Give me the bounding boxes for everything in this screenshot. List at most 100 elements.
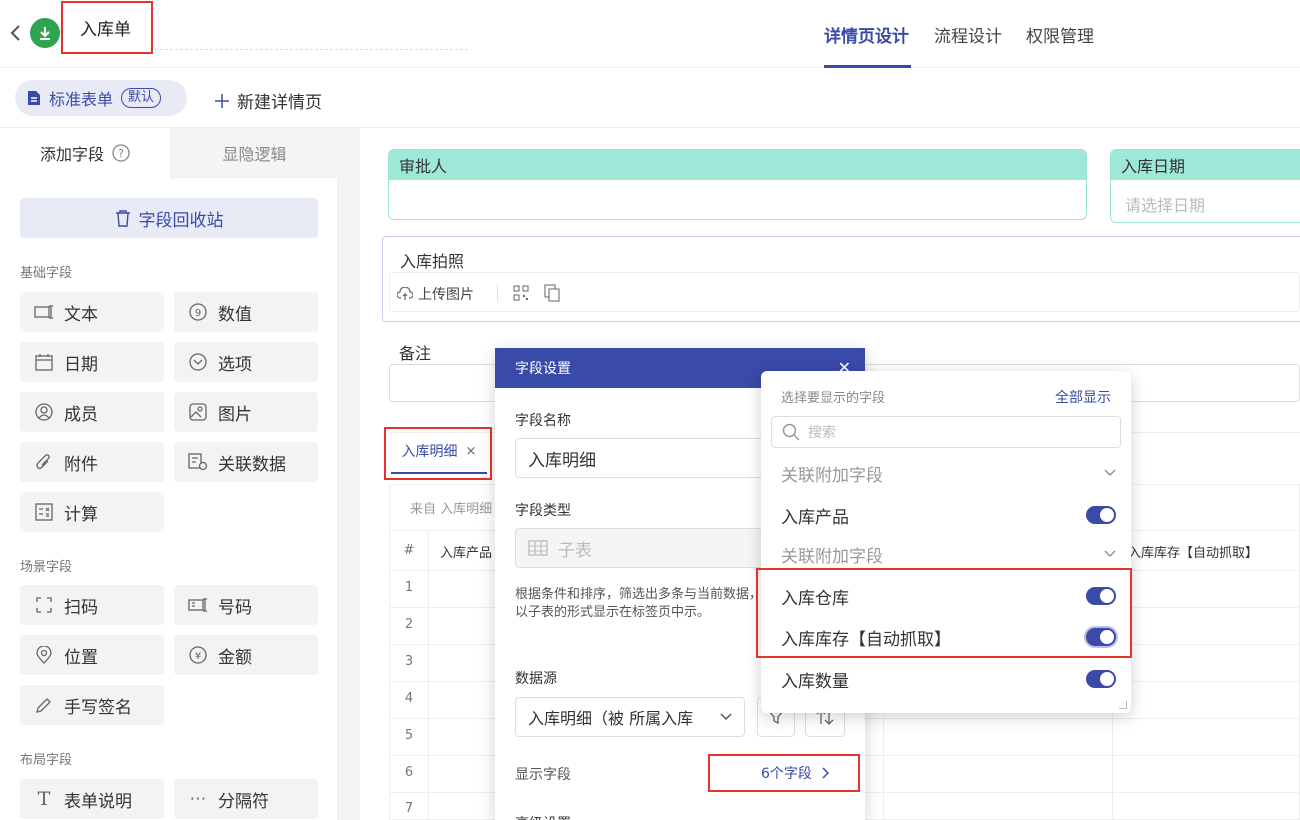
chevron-down-icon — [1104, 550, 1116, 558]
visibility-toggle[interactable] — [1086, 670, 1116, 688]
row-number: 2 — [404, 617, 414, 632]
dropdown-search[interactable]: 搜索 — [771, 416, 1121, 448]
tab-permission[interactable]: 权限管理 — [1026, 22, 1094, 47]
text-field-icon — [34, 302, 54, 322]
visibility-toggle[interactable] — [1086, 506, 1116, 524]
tab-label: 入库明细 — [401, 444, 458, 460]
help-icon[interactable]: ? — [112, 144, 130, 162]
field-toggle-row: 入库产品 — [781, 495, 1116, 535]
section-layout-fields: 布局字段 — [20, 753, 73, 768]
text-t-icon: T — [37, 788, 51, 810]
field-attachment[interactable]: 附件 — [20, 442, 164, 482]
approver-field[interactable]: 审批人 — [388, 149, 1087, 220]
new-detail-page-button[interactable]: 新建详情页 — [215, 88, 322, 113]
column-divider — [428, 530, 429, 820]
page-title[interactable]: 入库单 — [61, 1, 153, 54]
date-label: 入库日期 — [1111, 150, 1300, 180]
search-placeholder: 搜索 — [808, 425, 836, 441]
upload-image-button[interactable]: 上传图片 — [397, 284, 474, 304]
field-location[interactable]: 位置 — [20, 635, 164, 675]
tab-detail-design[interactable]: 详情页设计 — [824, 22, 909, 47]
field-date[interactable]: 日期 — [20, 342, 164, 382]
subheader: 标准表单 默认 新建详情页 — [0, 68, 1300, 128]
tab-flow-design[interactable]: 流程设计 — [934, 22, 1002, 47]
resize-handle[interactable] — [1119, 701, 1127, 709]
field-member[interactable]: 成员 — [20, 392, 164, 432]
search-icon — [782, 423, 800, 441]
field-label: 文本 — [64, 304, 98, 325]
group-label: 关联附加字段 — [781, 546, 883, 567]
title-underline — [155, 49, 468, 50]
field-label: 表单说明 — [64, 791, 132, 812]
field-type-value: 子表 — [558, 540, 592, 561]
field-type-label: 字段类型 — [515, 503, 571, 519]
advanced-settings-label[interactable]: 高级设置 — [515, 813, 571, 820]
trash-icon — [115, 209, 131, 227]
field-label: 数值 — [218, 304, 252, 325]
dropdown-title: 选择要显示的字段 — [781, 391, 886, 406]
field-toggle-label: 入库数量 — [781, 671, 849, 692]
field-toggle-row: 入库数量 — [781, 659, 1116, 699]
field-image[interactable]: 图片 — [174, 392, 318, 432]
top-header: 入库单 详情页设计 流程设计 权限管理 — [0, 0, 1300, 68]
close-icon[interactable]: × — [466, 444, 477, 459]
field-type-description: 根据条件和排序，筛选出多条与当前数据，以子表的形式显示在标签页中示。 — [515, 587, 763, 620]
remark-label: 备注 — [399, 344, 432, 363]
inbound-date-field[interactable]: 入库日期 请选择日期 — [1110, 149, 1300, 223]
row-number: 4 — [404, 691, 414, 706]
field-amount[interactable]: ¥ 金额 — [174, 635, 318, 675]
copy-icon[interactable] — [544, 284, 560, 302]
modal-title: 字段设置 — [515, 361, 571, 377]
section-scene-fields: 场景字段 — [20, 560, 73, 575]
qrcode-icon[interactable] — [513, 285, 529, 301]
field-number[interactable]: 9 数值 — [174, 292, 318, 332]
svg-text:¥: ¥ — [195, 651, 201, 662]
source-text: 来自 入库明细 — [410, 502, 493, 517]
field-related-data[interactable]: 关联数据 — [174, 442, 318, 482]
field-label: 日期 — [64, 354, 98, 375]
recycle-bin-label: 字段回收站 — [138, 210, 224, 231]
number-icon: 9 — [188, 302, 208, 322]
calendar-icon — [34, 352, 54, 372]
field-label: 金额 — [218, 647, 252, 668]
table-header-stock: 入库库存【自动抓取】 — [1128, 546, 1259, 561]
field-text[interactable]: 文本 — [20, 292, 164, 332]
group-related-extra-fields[interactable]: 关联附加字段 — [781, 453, 1116, 493]
field-label: 关联数据 — [218, 454, 286, 475]
scan-icon — [34, 595, 54, 615]
new-detail-label: 新建详情页 — [237, 93, 322, 113]
display-fields-button[interactable]: 6个字段 — [761, 763, 830, 783]
field-toggle-label: 入库产品 — [781, 507, 849, 528]
field-recycle-bin-button[interactable]: 字段回收站 — [20, 198, 318, 238]
field-calculation[interactable]: 计算 — [20, 492, 164, 532]
image-icon — [188, 402, 208, 422]
display-fields-dropdown: 选择要显示的字段 全部显示 搜索 关联附加字段 入库产品 关联附加字段 入库仓库… — [761, 371, 1131, 713]
group-label: 关联附加字段 — [781, 465, 883, 486]
show-all-link[interactable]: 全部显示 — [1055, 387, 1111, 407]
photo-label: 入库拍照 — [400, 252, 465, 271]
field-divider[interactable]: ⋯ 分隔符 — [174, 779, 318, 819]
data-source-label: 数据源 — [515, 671, 557, 687]
field-label: 图片 — [218, 404, 252, 425]
tab-inbound-detail[interactable]: 入库明细 × — [391, 430, 487, 474]
data-source-select[interactable]: 入库明细（被 所属入库 — [515, 697, 745, 737]
field-number-code[interactable]: 号码 — [174, 585, 318, 625]
field-label: 附件 — [64, 454, 98, 475]
field-option[interactable]: 选项 — [174, 342, 318, 382]
upload-divider — [497, 285, 498, 301]
field-scan[interactable]: 扫码 — [20, 585, 164, 625]
standard-form-tab[interactable]: 标准表单 默认 — [15, 80, 187, 116]
tab-visibility-logic[interactable]: 显隐逻辑 — [170, 128, 338, 178]
data-source-value: 入库明细（被 所属入库 — [528, 709, 694, 728]
field-form-description[interactable]: T 表单说明 — [20, 779, 164, 819]
tab-add-field[interactable]: 添加字段 ? — [0, 128, 170, 178]
default-badge: 默认 — [121, 88, 162, 108]
svg-text:9: 9 — [195, 308, 201, 319]
back-arrow-icon[interactable] — [8, 24, 24, 42]
upload-label: 上传图片 — [418, 287, 474, 303]
document-icon — [27, 90, 41, 106]
chevron-down-icon — [1104, 469, 1116, 477]
download-app-icon — [30, 18, 60, 48]
yen-icon: ¥ — [188, 645, 208, 665]
field-signature[interactable]: 手写签名 — [20, 685, 164, 725]
